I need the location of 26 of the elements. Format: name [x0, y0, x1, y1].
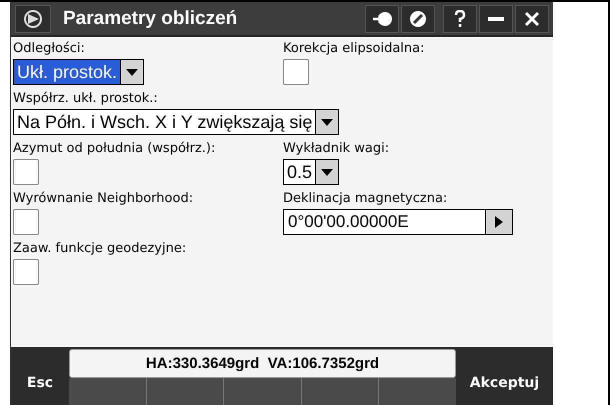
field-label: Deklinacja magnetyczna: — [283, 191, 448, 206]
field-label: Azymut od południa (współrz.): — [13, 141, 216, 156]
checkbox[interactable] — [13, 159, 39, 185]
close-icon[interactable] — [515, 4, 549, 32]
status-bar: HA:330.3649grd VA:106.7352grd — [69, 349, 456, 378]
field-label: Współrz. ukł. prostok.: — [13, 91, 158, 106]
minimize-icon[interactable] — [479, 4, 513, 32]
field-label: Odległości: — [13, 41, 85, 56]
dropdown[interactable]: 0.5 — [283, 159, 340, 185]
caret-icon — [315, 110, 338, 134]
prohibited-icon[interactable] — [401, 4, 435, 32]
field-label: Wyrównanie Neighborhood: — [13, 191, 194, 206]
app-logo-icon[interactable] — [15, 4, 51, 32]
caret-icon — [315, 160, 338, 184]
checkbox[interactable] — [283, 59, 309, 85]
dropdown[interactable]: Na Półn. i Wsch. X i Y zwiększają się — [13, 109, 340, 135]
checkbox[interactable] — [13, 259, 39, 285]
field-label: Wykładnik wagi: — [283, 141, 390, 156]
checkbox[interactable] — [13, 209, 39, 235]
dropdown[interactable]: Ukł. prostok. — [13, 59, 144, 85]
help-icon[interactable] — [443, 4, 477, 32]
field-label: Zaaw. funkcje geodezyjne: — [13, 241, 186, 256]
window-title: Parametry obliczeń — [62, 8, 238, 30]
field-label: Korekcja elipsoidalna: — [283, 41, 425, 56]
angle-field[interactable]: 0°00'00.00000E — [283, 209, 513, 235]
caret-icon — [120, 60, 144, 84]
